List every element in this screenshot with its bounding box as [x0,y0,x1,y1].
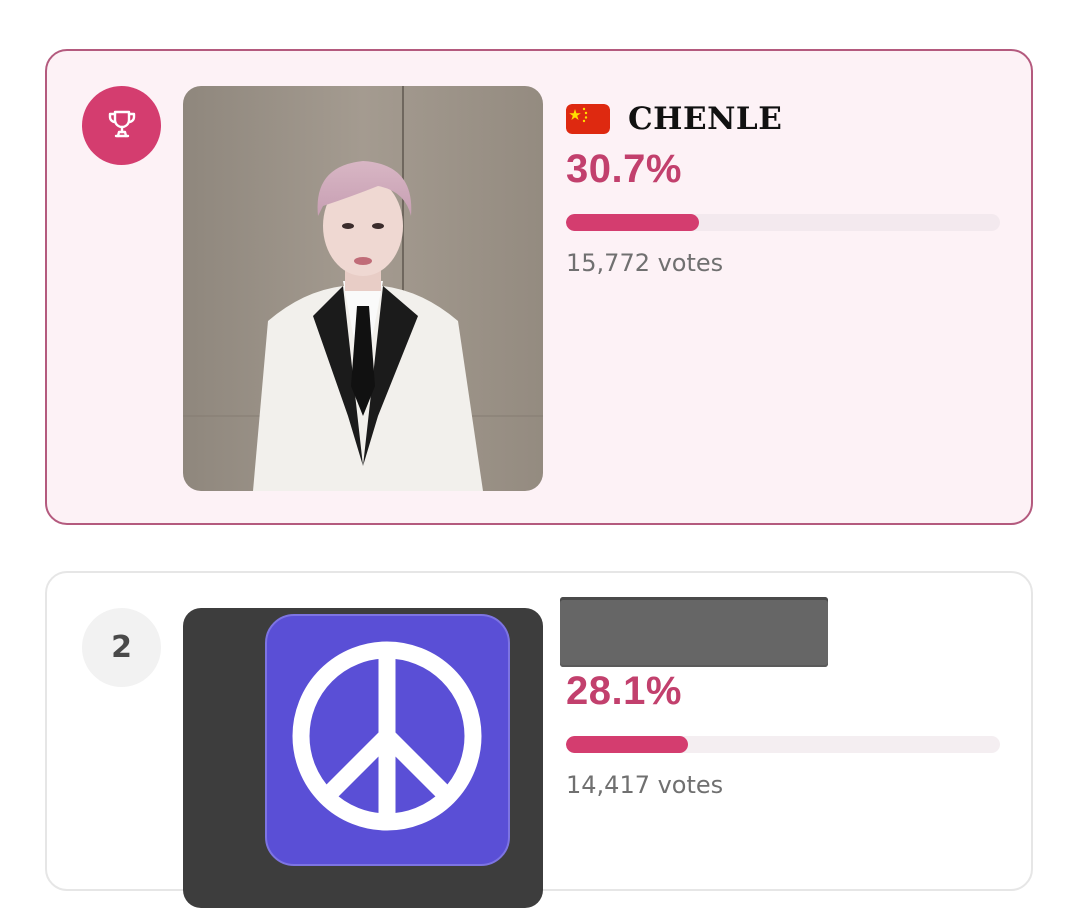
name-row: CHENLE [566,101,1000,137]
vote-count: 14,417 votes [566,771,724,799]
china-flag-icon [566,104,610,134]
vote-progress-bar [566,214,1000,231]
vote-percentage: 30.7% [566,147,682,191]
vote-progress-bar [566,736,1000,753]
vote-percentage: 28.1% [566,669,682,713]
rank-badge-2: 2 [82,608,161,687]
candidate-name: CHENLE [628,101,783,137]
candidate-photo-1 [183,86,543,491]
poll-entry-card-2[interactable]: 2 28.1% 14,417 votes [45,571,1033,908]
trophy-icon [104,106,140,146]
vote-count: 15,772 votes [566,249,724,277]
entry-info-2: 28.1% 14,417 votes [560,597,1000,799]
rank-badge-1 [82,86,161,165]
candidate-photo-2 [183,608,543,908]
vote-progress-fill [566,736,688,753]
rank-number: 2 [111,630,132,665]
poll-entry-card-1[interactable]: CHENLE 30.7% 15,772 votes [45,49,1033,525]
name-row [560,597,1000,667]
vote-progress-fill [566,214,700,231]
entry-info-1: CHENLE 30.7% 15,772 votes [566,101,1000,277]
redacted-name-block [560,597,828,667]
